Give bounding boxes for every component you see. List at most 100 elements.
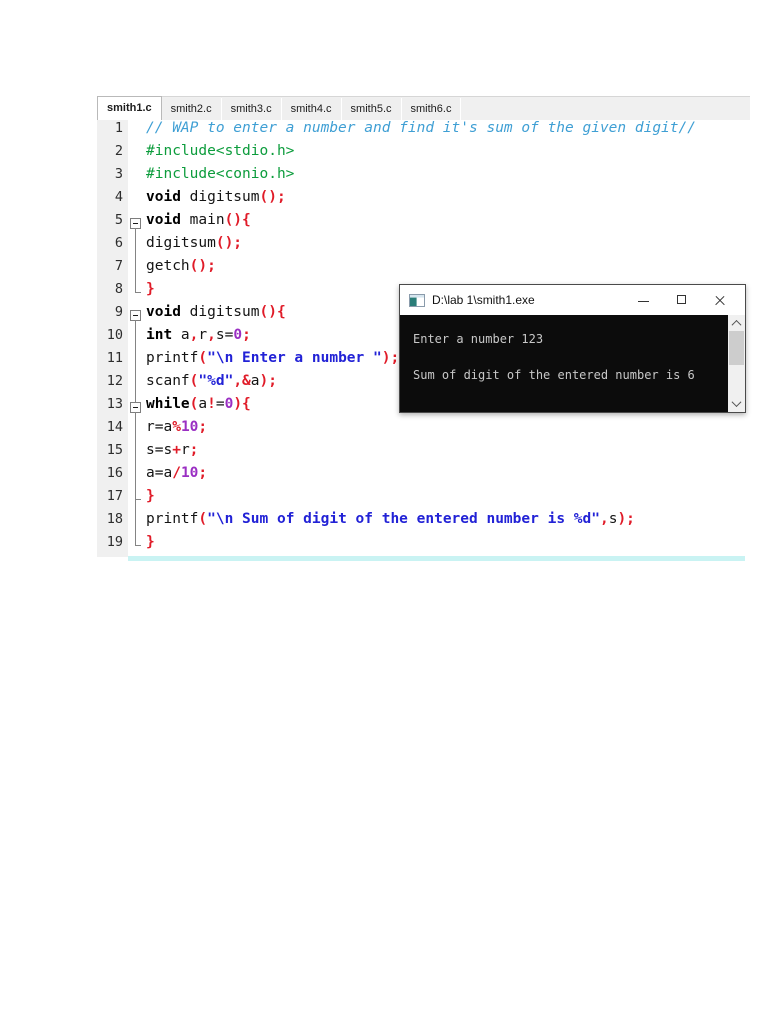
console-output: Enter a number 123 Sum of digit of the e…: [400, 315, 745, 412]
code-text[interactable]: getch();: [143, 258, 216, 281]
line-number: 12: [97, 373, 128, 396]
tab-smith4c[interactable]: smith4.c: [281, 98, 342, 120]
token-plain: r=a: [146, 419, 173, 435]
tab-label: smith4.c: [290, 103, 332, 115]
token-red: );: [617, 511, 635, 527]
token-red: !: [207, 396, 216, 412]
token-num: 0: [233, 327, 243, 343]
token-red: ();: [259, 189, 286, 205]
fold-guide: [128, 511, 143, 534]
tab-label: smith6.c: [410, 103, 452, 115]
scroll-down-icon[interactable]: [728, 396, 745, 411]
code-line[interactable]: 2 #include<stdio.h>: [97, 143, 750, 166]
code-line[interactable]: 7 getch();: [97, 258, 750, 281]
token-plain: digitsum: [146, 235, 216, 251]
code-line[interactable]: 14 r=a%10;: [97, 419, 750, 442]
token-red: ,&: [233, 373, 251, 389]
line-number: 13: [97, 396, 128, 419]
code-line[interactable]: 17}: [97, 488, 750, 511]
code-text[interactable]: while(a!=0){: [143, 396, 251, 419]
code-text[interactable]: printf("\n Sum of digit of the entered n…: [143, 511, 635, 534]
code-line[interactable]: 16 a=a/10;: [97, 465, 750, 488]
tab-smith3c[interactable]: smith3.c: [221, 98, 282, 120]
code-text[interactable]: void digitsum();: [143, 189, 286, 212]
code-text[interactable]: void main(){: [143, 212, 251, 235]
fold-guide: [128, 442, 143, 465]
token-red: %: [172, 419, 181, 435]
console-window: D:\lab 1\smith1.exe Enter a number 123 S…: [399, 284, 746, 413]
code-text[interactable]: }: [143, 488, 155, 511]
console-titlebar[interactable]: D:\lab 1\smith1.exe: [400, 285, 745, 315]
code-text[interactable]: s=s+r;: [143, 442, 198, 465]
line-number: 7: [97, 258, 128, 281]
line-number: 16: [97, 465, 128, 488]
line-number: 6: [97, 235, 128, 258]
code-text[interactable]: }: [143, 281, 155, 304]
code-text[interactable]: r=a%10;: [143, 419, 207, 442]
code-text[interactable]: // WAP to enter a number and find it's s…: [143, 120, 696, 143]
token-red: ;: [198, 465, 208, 481]
minimize-icon[interactable]: [625, 286, 663, 314]
line-number: 15: [97, 442, 128, 465]
fold-guide: [128, 350, 143, 373]
code-text[interactable]: }: [143, 534, 155, 557]
code-line[interactable]: 18 printf("\n Sum of digit of the entered…: [97, 511, 750, 534]
code-line[interactable]: 15 s=s+r;: [97, 442, 750, 465]
token-plain: digitsum: [180, 304, 260, 320]
tab-smith6c[interactable]: smith6.c: [401, 98, 462, 120]
fold-toggle-icon[interactable]: [128, 396, 143, 419]
line-number: 19: [97, 534, 128, 557]
caret-line-highlight: [128, 556, 745, 561]
token-kw: void: [146, 189, 181, 205]
token-plain: main: [180, 212, 225, 228]
tab-smith2c[interactable]: smith2.c: [161, 98, 222, 120]
code-text[interactable]: #include<conio.h>: [143, 166, 294, 189]
token-plain: s=: [215, 327, 234, 343]
close-icon[interactable]: [701, 286, 739, 314]
code-line[interactable]: 6 digitsum();: [97, 235, 750, 258]
tab-smith5c[interactable]: smith5.c: [341, 98, 402, 120]
maximize-icon[interactable]: [663, 286, 701, 314]
token-kw: void: [146, 304, 181, 320]
code-text[interactable]: printf("\n Enter a number ");: [143, 350, 399, 373]
code-line[interactable]: 19}: [97, 534, 750, 557]
code-line[interactable]: 3 #include<conio.h>: [97, 166, 750, 189]
code-line[interactable]: 1 // WAP to enter a number and find it's …: [97, 120, 750, 143]
tab-smith1c[interactable]: smith1.c: [97, 96, 162, 120]
scroll-up-icon[interactable]: [728, 316, 745, 331]
token-red: }: [146, 534, 155, 550]
token-red: }: [146, 281, 155, 297]
token-num: 10: [180, 465, 199, 481]
code-text[interactable]: void digitsum(){: [143, 304, 286, 327]
scrollbar-thumb[interactable]: [729, 331, 744, 365]
token-num: 10: [180, 419, 199, 435]
token-red: /: [172, 465, 181, 481]
token-plain: a=a: [146, 465, 173, 481]
fold-guide: [128, 419, 143, 442]
token-plain: a: [250, 373, 260, 389]
token-red: );: [259, 373, 277, 389]
tab-bar: smith1.c smith2.c smith3.c smith4.c smit…: [97, 96, 750, 120]
code-text[interactable]: scanf("%d",&a);: [143, 373, 277, 396]
fold-toggle-icon[interactable]: [128, 304, 143, 327]
console-scrollbar[interactable]: [728, 315, 745, 412]
token-red: ;: [198, 419, 208, 435]
code-line[interactable]: 5 void main(){: [97, 212, 750, 235]
token-red: ();: [215, 235, 243, 251]
line-number: 11: [97, 350, 128, 373]
code-text[interactable]: int a,r,s=0;: [143, 327, 251, 350]
code-text[interactable]: a=a/10;: [143, 465, 207, 488]
code-text[interactable]: #include<stdio.h>: [143, 143, 294, 166]
console-title: D:\lab 1\smith1.exe: [432, 293, 535, 307]
token-include: #include<stdio.h>: [146, 143, 295, 159]
token-red: (: [198, 511, 208, 527]
token-include: #include<conio.h>: [146, 166, 295, 182]
token-red: );: [381, 350, 400, 366]
code-line[interactable]: 4 void digitsum();: [97, 189, 750, 212]
code-text[interactable]: digitsum();: [143, 235, 242, 258]
line-number: 9: [97, 304, 128, 327]
token-plain: getch: [146, 258, 190, 274]
fold-guide: [128, 488, 143, 511]
fold-toggle-icon[interactable]: [128, 212, 143, 235]
console-output-line: Enter a number 123: [413, 332, 544, 346]
